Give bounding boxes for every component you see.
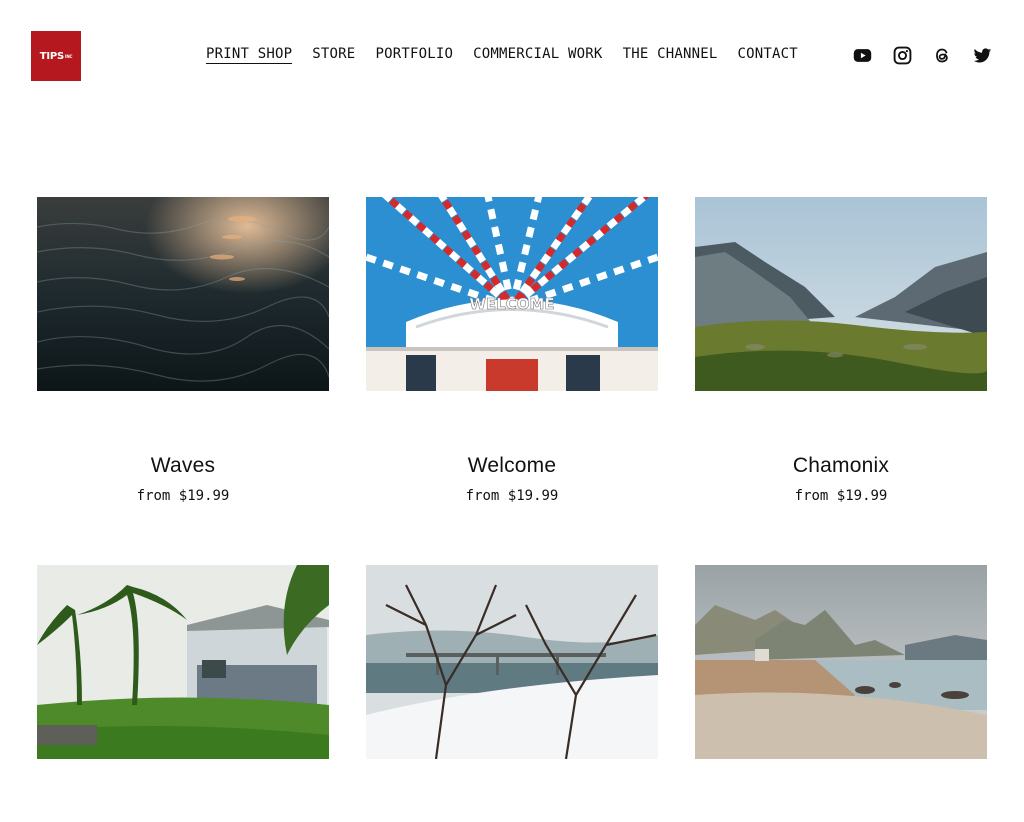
youtube-icon[interactable] [853, 46, 872, 65]
product-card-chamonix[interactable]: Chamonix from $19.99 [695, 197, 987, 504]
product-title[interactable]: Chamonix [695, 454, 987, 478]
twitter-icon[interactable] [973, 46, 992, 65]
product-price: from $19.99 [465, 488, 559, 504]
product-card-4[interactable] [37, 565, 329, 822]
product-image-welcome[interactable]: WELCOME [366, 197, 658, 391]
product-image-palms[interactable] [37, 565, 329, 759]
social-links [853, 46, 992, 65]
product-image-snow[interactable] [366, 565, 658, 759]
product-price: from $19.99 [136, 488, 230, 504]
logo-suffix: INC [65, 53, 73, 59]
product-card-5[interactable] [366, 565, 658, 822]
product-title[interactable]: Waves [37, 454, 329, 478]
logo-text: TIPS [39, 50, 65, 62]
nav-store[interactable]: STORE [312, 46, 355, 64]
product-card-waves[interactable]: Waves from $19.99 [37, 197, 329, 504]
nav-portfolio[interactable]: PORTFOLIO [375, 46, 453, 64]
site-logo[interactable]: TIPS INC [31, 31, 81, 81]
threads-icon[interactable] [933, 46, 952, 65]
welcome-sign-text: WELCOME [469, 295, 554, 313]
instagram-icon[interactable] [893, 46, 912, 65]
product-image-coast[interactable] [695, 565, 987, 759]
product-card-6[interactable] [695, 565, 987, 822]
product-title[interactable]: Welcome [366, 454, 658, 478]
nav-commercial-work[interactable]: COMMERCIAL WORK [473, 46, 602, 64]
nav-contact[interactable]: CONTACT [737, 46, 797, 64]
nav-print-shop[interactable]: PRINT SHOP [206, 46, 293, 64]
product-image-waves[interactable] [37, 197, 329, 391]
product-image-chamonix[interactable] [695, 197, 987, 391]
main-nav: PRINT SHOP STORE PORTFOLIO COMMERCIAL WO… [206, 46, 818, 64]
nav-the-channel[interactable]: THE CHANNEL [623, 46, 718, 64]
product-card-welcome[interactable]: WELCOME Welcome from $19.99 [366, 197, 658, 504]
product-price: from $19.99 [794, 488, 888, 504]
